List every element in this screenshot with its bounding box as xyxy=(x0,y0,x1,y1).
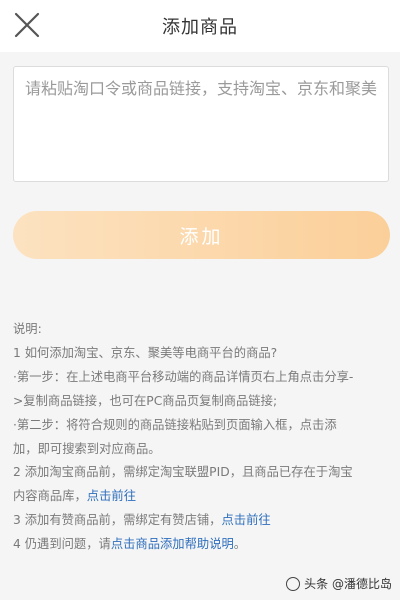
instruction-q3-text: 3 添加有赞商品前，需绑定有赞店铺， xyxy=(13,513,222,528)
instruction-step1-cont: >复制商品链接，也可在PC商品页复制商品链接; xyxy=(13,393,278,408)
instruction-q2: 2 添加淘宝商品前，需绑定淘宝联盟PID，且商品已存在于淘宝 xyxy=(13,465,353,480)
watermark-logo-icon xyxy=(286,576,301,591)
page-title: 添加商品 xyxy=(162,17,238,38)
watermark-text: 头条 @潘德比岛 xyxy=(304,577,392,591)
goto-link-taobao[interactable]: 点击前往 xyxy=(87,489,136,503)
instruction-step2-cont: 加，即可搜索到对应商品。 xyxy=(13,441,161,456)
add-button[interactable]: 添加 xyxy=(13,211,390,259)
instructions: 说明: 1 如何添加淘宝、京东、聚美等电商平台的商品? ·第一步：在上述电商平台… xyxy=(13,318,391,557)
instruction-q1: 1 如何添加淘宝、京东、聚美等电商平台的商品? xyxy=(13,345,278,360)
instruction-q4: 4 仍遇到问题，请点击商品添加帮助说明。 xyxy=(13,533,391,557)
instruction-step2: ·第二步：将符合规则的商品链接粘贴到页面输入框，点击添 xyxy=(13,417,337,432)
product-link-input[interactable] xyxy=(13,66,389,182)
instructions-heading: 说明: xyxy=(13,322,42,336)
goto-link-youzan[interactable]: 点击前往 xyxy=(221,513,270,527)
instruction-q2-cont-text: 内容商品库， xyxy=(13,489,87,504)
instruction-q4-text: 4 仍遇到问题，请 xyxy=(13,537,111,552)
watermark: 头条 @潘德比岛 xyxy=(286,575,392,592)
instruction-q4-end: 。 xyxy=(233,537,247,552)
header: 添加商品 xyxy=(0,0,400,52)
instruction-q2-cont: 内容商品库，点击前往 xyxy=(13,485,391,509)
instruction-step1: ·第一步：在上述电商平台移动端的商品详情页右上角点击分享- xyxy=(13,369,354,384)
instruction-q3: 3 添加有赞商品前，需绑定有赞店铺，点击前往 xyxy=(13,509,391,533)
help-link[interactable]: 点击商品添加帮助说明 xyxy=(111,537,234,551)
